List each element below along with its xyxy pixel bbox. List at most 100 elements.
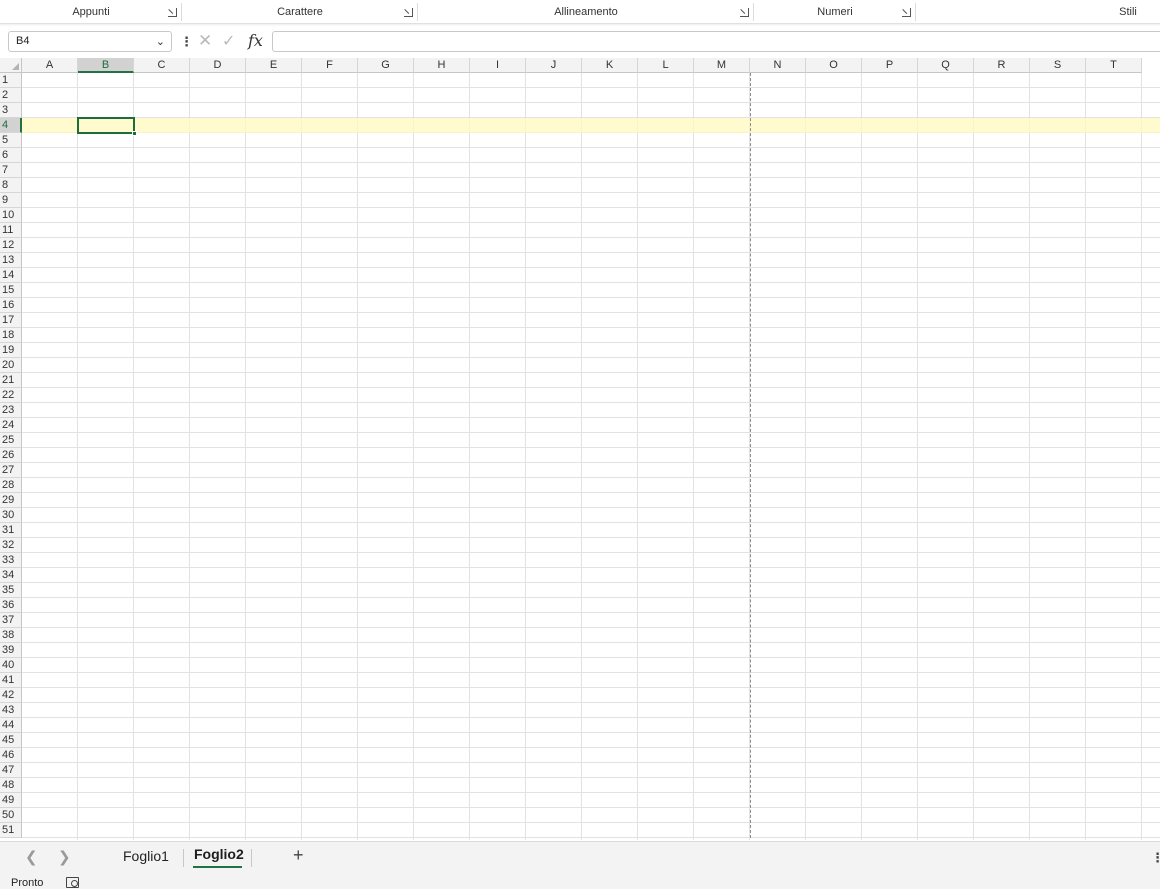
row-header-29[interactable]: 29: [0, 493, 22, 508]
sheet-tab-foglio2[interactable]: Foglio2: [194, 846, 244, 862]
row-header-45[interactable]: 45: [0, 733, 22, 748]
dialog-launcher-icon[interactable]: [902, 8, 911, 17]
column-header-h[interactable]: H: [414, 58, 470, 73]
row-header-2[interactable]: 2: [0, 88, 22, 103]
column-header-a[interactable]: A: [22, 58, 78, 73]
column-header-j[interactable]: J: [526, 58, 582, 73]
row-header-34[interactable]: 34: [0, 568, 22, 583]
chevron-down-icon[interactable]: ⌄: [156, 35, 165, 48]
column-header-q[interactable]: Q: [918, 58, 974, 73]
row-header-24[interactable]: 24: [0, 418, 22, 433]
add-sheet-icon[interactable]: +: [293, 845, 304, 866]
worksheet-grid: ABCDEFGHIJKLMNOPQRST 1 2 3 4 5 6 7 8 9 10 11 12 13 14…: [0, 58, 1160, 840]
chevron-right-icon[interactable]: ❯: [58, 848, 71, 866]
row-header-42[interactable]: 42: [0, 688, 22, 703]
insert-function-icon[interactable]: fx: [248, 31, 263, 50]
column-header-i[interactable]: I: [470, 58, 526, 73]
ribbon-groups-strip: Appunti Carattere Allineamento Numeri St…: [0, 0, 1160, 24]
row-header-25[interactable]: 25: [0, 433, 22, 448]
column-header-l[interactable]: L: [638, 58, 694, 73]
row-header-50[interactable]: 50: [0, 808, 22, 823]
row-header-14[interactable]: 14: [0, 268, 22, 283]
row-header-44[interactable]: 44: [0, 718, 22, 733]
active-cell[interactable]: [77, 117, 137, 136]
formula-bar: B4 ⌄ ⋮ ✕ ✓ fx: [0, 30, 1160, 54]
chevron-left-icon[interactable]: ❮: [25, 848, 38, 866]
cell-area[interactable]: [22, 73, 1160, 840]
row-header-16[interactable]: 16: [0, 298, 22, 313]
row-header-27[interactable]: 27: [0, 463, 22, 478]
column-header-g[interactable]: G: [358, 58, 414, 73]
row-header-35[interactable]: 35: [0, 583, 22, 598]
accessibility-icon[interactable]: [66, 877, 79, 888]
column-header-t[interactable]: T: [1086, 58, 1142, 73]
column-header-c[interactable]: C: [134, 58, 190, 73]
row-header-36[interactable]: 36: [0, 598, 22, 613]
fill-handle[interactable]: [132, 131, 137, 136]
column-header-b[interactable]: B: [78, 58, 134, 73]
row-header-13[interactable]: 13: [0, 253, 22, 268]
ribbon-group-font: Carattere: [182, 0, 418, 24]
formula-input[interactable]: [272, 31, 1160, 52]
row-header-32[interactable]: 32: [0, 538, 22, 553]
row-header-26[interactable]: 26: [0, 448, 22, 463]
row-header-43[interactable]: 43: [0, 703, 22, 718]
row-header-37[interactable]: 37: [0, 613, 22, 628]
dialog-launcher-icon[interactable]: [168, 8, 177, 17]
row-headers: 1 2 3 4 5 6 7 8 9 10 11 12 13 14 15 16 17 18 19 20 21 22 23 24 2…: [0, 73, 22, 840]
dialog-launcher-icon[interactable]: [740, 8, 749, 17]
sheet-tab-foglio1[interactable]: Foglio1: [123, 848, 169, 864]
row-header-10[interactable]: 10: [0, 208, 22, 223]
row-header-48[interactable]: 48: [0, 778, 22, 793]
row-header-4[interactable]: 4: [0, 118, 22, 133]
row-header-3[interactable]: 3: [0, 103, 22, 118]
row-header-49[interactable]: 49: [0, 793, 22, 808]
row-header-7[interactable]: 7: [0, 163, 22, 178]
column-header-s[interactable]: S: [1030, 58, 1086, 73]
row-header-20[interactable]: 20: [0, 358, 22, 373]
row-header-17[interactable]: 17: [0, 313, 22, 328]
row-header-30[interactable]: 30: [0, 508, 22, 523]
name-box-value: B4: [16, 35, 30, 47]
row-header-28[interactable]: 28: [0, 478, 22, 493]
row-header-41[interactable]: 41: [0, 673, 22, 688]
name-box[interactable]: B4 ⌄: [8, 31, 172, 52]
row-header-18[interactable]: 18: [0, 328, 22, 343]
row-header-38[interactable]: 38: [0, 628, 22, 643]
row-header-19[interactable]: 19: [0, 343, 22, 358]
row-header-6[interactable]: 6: [0, 148, 22, 163]
column-header-r[interactable]: R: [974, 58, 1030, 73]
row-header-31[interactable]: 31: [0, 523, 22, 538]
cancel-icon[interactable]: ✕: [198, 31, 212, 51]
more-options-icon[interactable]: ⋮: [1151, 850, 1160, 866]
row-header-1[interactable]: 1: [0, 73, 22, 88]
column-header-n[interactable]: N: [750, 58, 806, 73]
row-header-51[interactable]: 51: [0, 823, 22, 838]
column-header-m[interactable]: M: [694, 58, 750, 73]
more-options-icon[interactable]: ⋮: [180, 34, 193, 50]
row-header-40[interactable]: 40: [0, 658, 22, 673]
tab-separator: [251, 849, 252, 867]
enter-check-icon[interactable]: ✓: [222, 31, 235, 51]
column-header-d[interactable]: D: [190, 58, 246, 73]
row-header-46[interactable]: 46: [0, 748, 22, 763]
dialog-launcher-icon[interactable]: [404, 8, 413, 17]
row-header-22[interactable]: 22: [0, 388, 22, 403]
row-header-21[interactable]: 21: [0, 373, 22, 388]
row-header-5[interactable]: 5: [0, 133, 22, 148]
column-header-p[interactable]: P: [862, 58, 918, 73]
column-header-o[interactable]: O: [806, 58, 862, 73]
row-header-8[interactable]: 8: [0, 178, 22, 193]
column-header-e[interactable]: E: [246, 58, 302, 73]
row-header-12[interactable]: 12: [0, 238, 22, 253]
column-header-k[interactable]: K: [582, 58, 638, 73]
select-all-corner[interactable]: [0, 58, 22, 73]
row-header-9[interactable]: 9: [0, 193, 22, 208]
row-header-33[interactable]: 33: [0, 553, 22, 568]
row-header-11[interactable]: 11: [0, 223, 22, 238]
column-header-f[interactable]: F: [302, 58, 358, 73]
row-header-47[interactable]: 47: [0, 763, 22, 778]
row-header-23[interactable]: 23: [0, 403, 22, 418]
row-header-15[interactable]: 15: [0, 283, 22, 298]
row-header-39[interactable]: 39: [0, 643, 22, 658]
